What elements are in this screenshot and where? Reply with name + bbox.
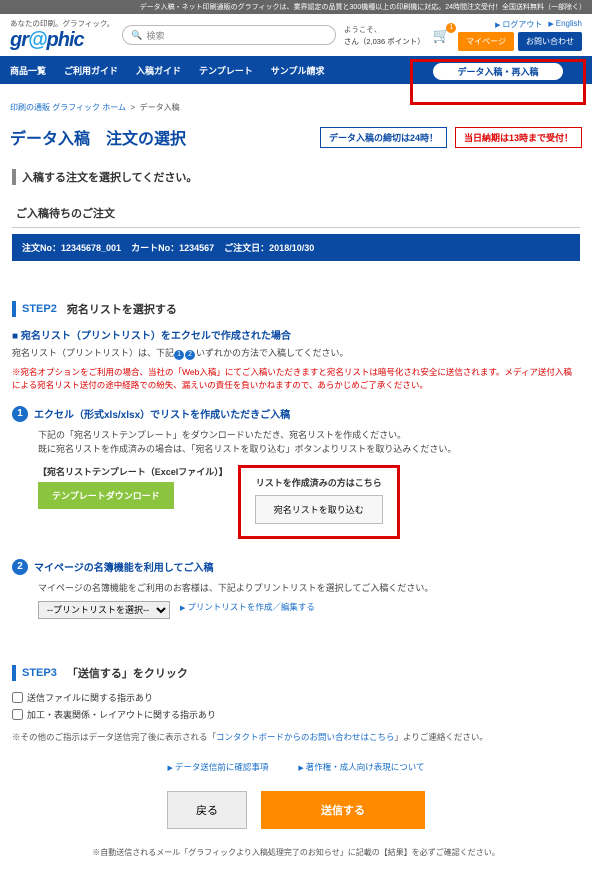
template-download-button[interactable]: テンプレートダウンロード bbox=[38, 482, 174, 509]
logo[interactable]: gr@phic bbox=[10, 29, 114, 52]
step3-header: STEP3「送信する」をクリック bbox=[12, 665, 580, 681]
breadcrumb-current: データ入稿 bbox=[140, 103, 180, 112]
order-info-bar: 注文No：12345678_001 カートNo：1234567 ご注文日：201… bbox=[12, 234, 580, 261]
cart-icon[interactable]: 🛒1 bbox=[433, 27, 450, 44]
contact-board-link[interactable]: コンタクトボードからのお問い合わせはこちら bbox=[216, 732, 395, 742]
step2-warning: ※宛名オプションをご利用の場合、当社の「Web入稿」にてご入稿いただきますと宛名… bbox=[12, 366, 580, 392]
checkbox-label: 加工・表裏関係・レイアウトに関する指示あり bbox=[27, 708, 216, 721]
option2-title: 2マイページの名簿機能を利用してご入稿 bbox=[12, 559, 580, 575]
presend-check-link[interactable]: データ送信前に確認事項 bbox=[168, 761, 269, 773]
import-box-title: リストを作成済みの方はこちら bbox=[255, 476, 383, 489]
logout-link[interactable]: ログアウト bbox=[495, 19, 542, 30]
checkbox-file-instructions[interactable] bbox=[12, 692, 23, 703]
option1-title: 1エクセル（形式xls/xlsx）でリストを作成いただきご入稿 bbox=[12, 406, 580, 422]
english-link[interactable]: English bbox=[548, 19, 582, 30]
footer-note: ※自動送信されるメール「グラフィックより入稿処理完了のお知らせ」に記載の【結果】… bbox=[12, 839, 580, 874]
step2-body: 宛名リスト（プリントリスト）は、下記12いずれかの方法で入稿してください。 bbox=[12, 346, 580, 360]
top-announcement: データ入稿・ネット印刷通販のグラフィックは、業界認定の品質と300機種以上の印刷… bbox=[0, 0, 592, 14]
header: あなたの印刷。グラフィック。 gr@phic 🔍 検索 ようこそ、 さん（2,0… bbox=[0, 14, 592, 56]
back-button[interactable]: 戻る bbox=[167, 791, 247, 829]
edit-printlist-link[interactable]: プリントリストを作成／編集する bbox=[180, 601, 315, 613]
nav-item[interactable]: テンプレート bbox=[199, 64, 253, 77]
pending-orders-title: ご入稿待ちのご注文 bbox=[12, 195, 580, 228]
section-instruction: 入稿する注文を選択してください。 bbox=[12, 169, 580, 185]
tagline: あなたの印刷。グラフィック。 bbox=[10, 18, 114, 29]
cart-badge: 1 bbox=[446, 23, 456, 33]
nav-item[interactable]: 商品一覧 bbox=[10, 64, 46, 77]
mypage-button[interactable]: マイページ bbox=[458, 32, 514, 51]
option2-body: マイページの名簿機能をご利用のお客様は、下記よりプリントリストを選択してご入稿く… bbox=[38, 581, 580, 595]
user-points: さん（2,036 ポイント） bbox=[344, 36, 425, 47]
breadcrumb-home[interactable]: 印刷の通販 グラフィック ホーム bbox=[10, 103, 126, 112]
step2-header: STEP2宛名リストを選択する bbox=[12, 301, 580, 317]
copyright-link[interactable]: 著作権・成人向け表現について bbox=[298, 761, 424, 773]
checkbox-label: 送信ファイルに関する指示あり bbox=[27, 691, 153, 704]
contact-note: ※その他のご指示はデータ送信完了後に表示される「コンタクトボードからのお問い合わ… bbox=[12, 731, 580, 743]
checkbox-layout-instructions[interactable] bbox=[12, 709, 23, 720]
search-input[interactable]: 🔍 検索 bbox=[122, 25, 336, 45]
nav-item[interactable]: 入稿ガイド bbox=[136, 64, 181, 77]
template-label: 【宛名リストテンプレート（Excelファイル）】 bbox=[38, 465, 228, 478]
step2-subtitle: ■ 宛名リスト（プリントリスト）をエクセルで作成された場合 bbox=[12, 327, 580, 342]
nav-bar: 商品一覧 ご利用ガイド 入稿ガイド テンプレート サンプル請求 データ入稿・再入… bbox=[0, 56, 592, 84]
deadline-badge-red: 当日納期は13時まで受付！ bbox=[455, 127, 582, 148]
import-highlight-box: リストを作成済みの方はこちら 宛名リストを取り込む bbox=[238, 465, 400, 539]
deadline-badge-blue: データ入稿の締切は24時！ bbox=[320, 127, 447, 148]
import-list-button[interactable]: 宛名リストを取り込む bbox=[255, 495, 383, 524]
data-upload-pill[interactable]: データ入稿・再入稿 bbox=[433, 63, 562, 80]
page-title: データ入稿 注文の選択 bbox=[10, 125, 186, 149]
nav-item[interactable]: サンプル請求 bbox=[271, 64, 325, 77]
nav-item[interactable]: ご利用ガイド bbox=[64, 64, 118, 77]
contact-button[interactable]: お問い合わせ bbox=[518, 32, 582, 51]
search-icon: 🔍 bbox=[131, 30, 142, 41]
printlist-select[interactable]: --プリントリストを選択-- bbox=[38, 601, 170, 619]
header-links: ログアウト English bbox=[495, 19, 582, 30]
option1-body: 下記の「宛名リストテンプレート」をダウンロードいただき、宛名リストを作成ください… bbox=[38, 428, 580, 457]
highlight-box: データ入稿・再入稿 bbox=[410, 59, 586, 105]
send-button[interactable]: 送信する bbox=[261, 791, 425, 829]
welcome-text: ようこそ、 bbox=[344, 24, 425, 35]
